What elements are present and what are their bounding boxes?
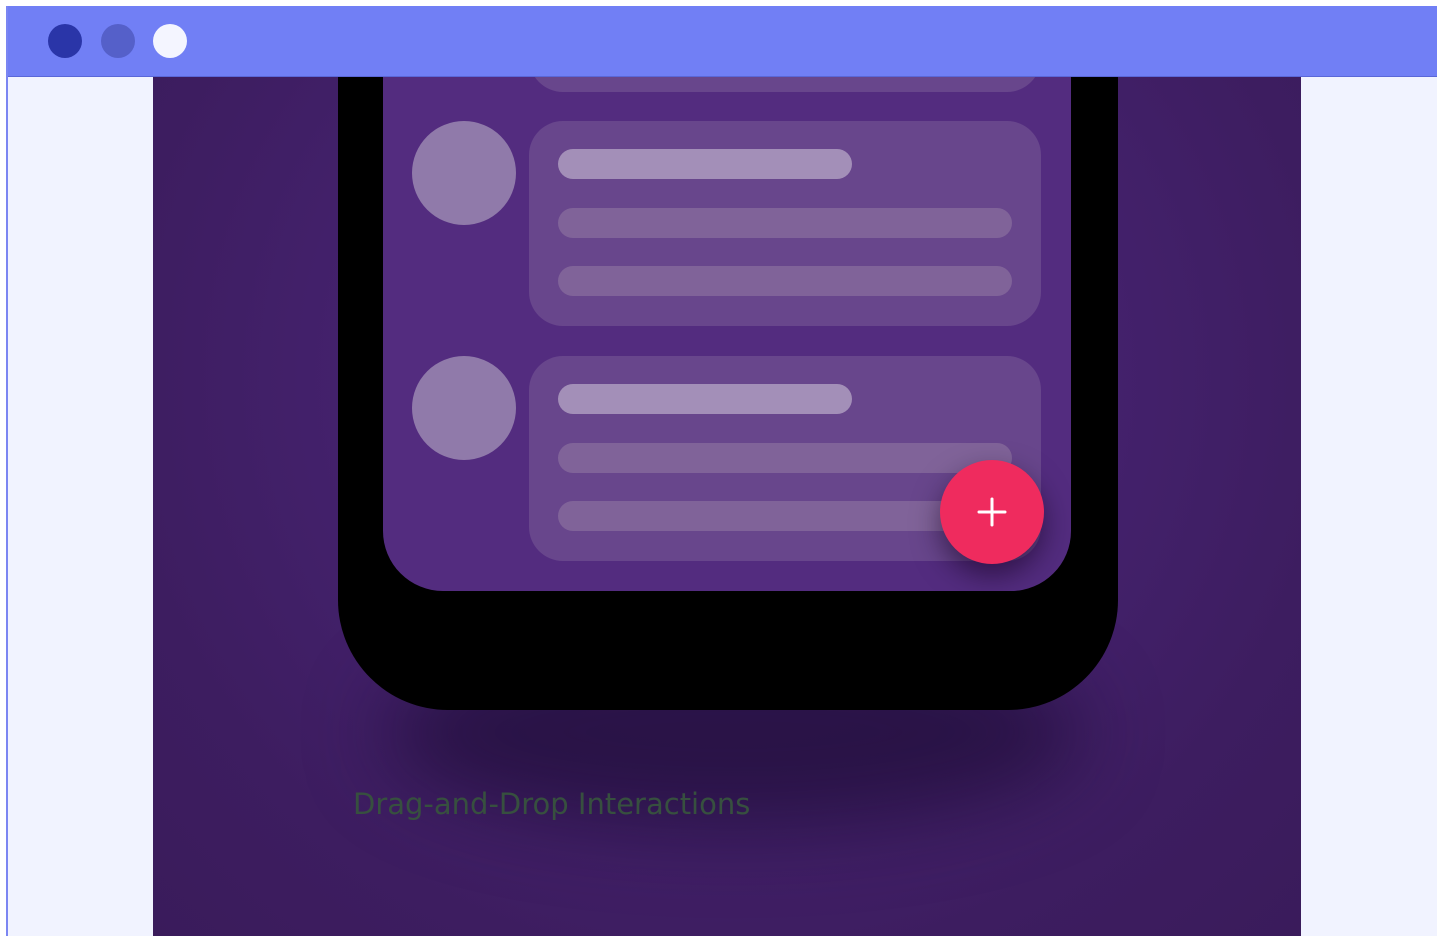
title-bar	[8, 6, 1437, 77]
placeholder-title-line	[558, 384, 852, 414]
placeholder-text-line	[558, 208, 1012, 238]
minimize-dot-icon[interactable]	[101, 24, 135, 58]
list-card	[529, 121, 1041, 326]
media-viewport: Drag-and-Drop Interactions	[153, 77, 1301, 936]
placeholder-text-line	[558, 443, 1012, 473]
maximize-dot-icon[interactable]	[153, 24, 187, 58]
app-window: Drag-and-Drop Interactions	[6, 6, 1437, 936]
plus-icon	[977, 497, 1007, 527]
close-dot-icon[interactable]	[48, 24, 82, 58]
placeholder-text-line	[558, 266, 1012, 296]
avatar-placeholder	[412, 121, 516, 225]
add-fab-button[interactable]	[940, 460, 1044, 564]
placeholder-title-line	[558, 149, 852, 179]
list-card	[529, 77, 1041, 92]
caption-text: Drag-and-Drop Interactions	[353, 787, 751, 821]
avatar-placeholder	[412, 356, 516, 460]
